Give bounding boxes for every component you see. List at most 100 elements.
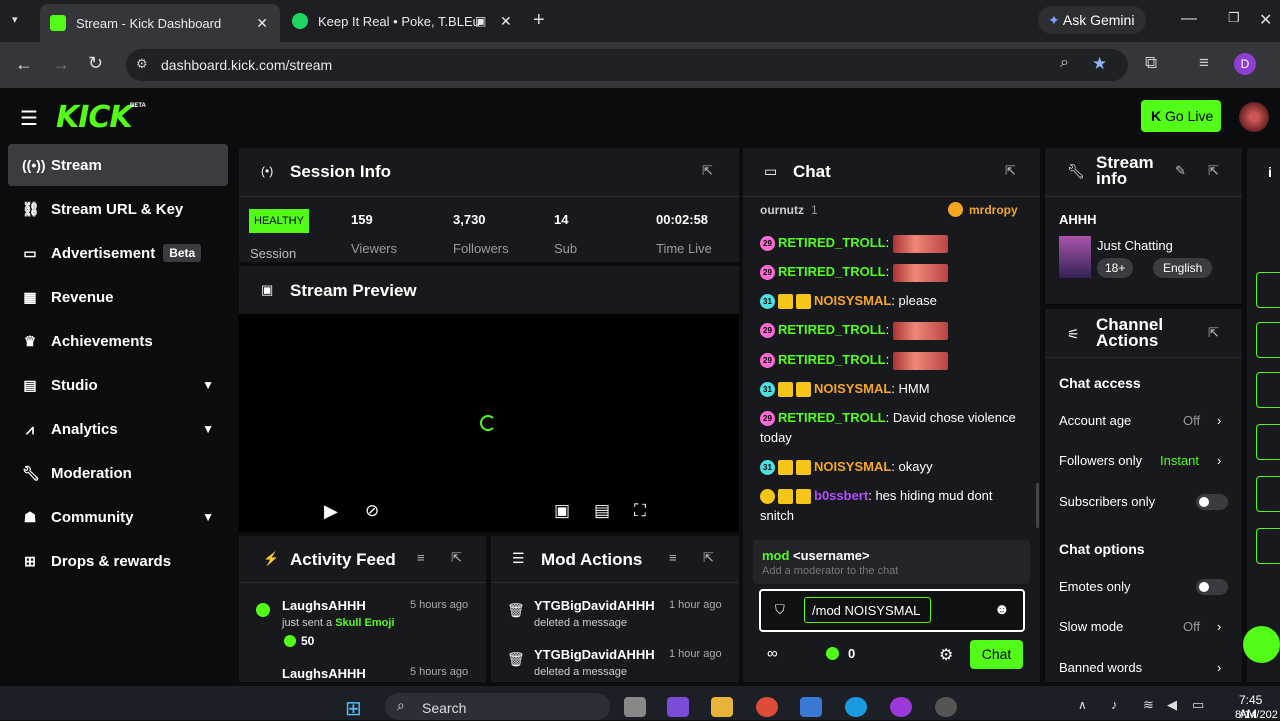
- rail-widget-button[interactable]: [1256, 372, 1280, 408]
- task-view-icon[interactable]: [624, 697, 646, 717]
- filter-icon[interactable]: ≡: [669, 550, 677, 565]
- new-tab-icon[interactable]: +: [533, 9, 545, 32]
- followers-only-value[interactable]: Instant: [1160, 453, 1199, 468]
- fullscreen-icon[interactable]: ⛶: [634, 501, 646, 521]
- account-age-value[interactable]: Off: [1183, 413, 1200, 428]
- minimize-icon[interactable]: —: [1181, 10, 1197, 28]
- sidebar-item-analytics[interactable]: ⩘ Analytics ▼: [8, 408, 228, 450]
- rail-widget-button[interactable]: [1256, 528, 1280, 564]
- tab-spotify[interactable]: Keep It Real • Poke, T.BLEu ▣ ✕: [290, 6, 522, 36]
- category-name[interactable]: Just Chatting: [1097, 238, 1173, 253]
- chrome-profile-icon[interactable]: [890, 697, 912, 717]
- tab-search-chevron-icon[interactable]: ▾: [12, 13, 18, 26]
- chevron-right-icon[interactable]: ›: [1217, 453, 1221, 468]
- mod-user[interactable]: YTGBigDavidAHHH: [534, 647, 655, 662]
- emoji-icon[interactable]: ☻: [994, 601, 1010, 618]
- chat-username[interactable]: NOISYSMAL: [814, 459, 891, 474]
- chat-input-box[interactable]: ⛉ /mod NOISYSMAL ☻: [759, 589, 1025, 632]
- shield-icon[interactable]: ⛉: [775, 602, 785, 618]
- followers-only-label[interactable]: Followers only: [1059, 453, 1142, 468]
- tab-kick-dashboard[interactable]: Stream - Kick Dashboard ✕: [40, 4, 280, 42]
- sidebar-item-drops[interactable]: ⊞ Drops & rewards: [8, 540, 228, 582]
- chevron-down-icon[interactable]: ▼: [202, 510, 214, 524]
- mic-icon[interactable]: ♪: [1111, 697, 1118, 712]
- close-tab-icon[interactable]: ✕: [256, 15, 268, 32]
- user-avatar[interactable]: [1239, 102, 1269, 132]
- edit-icon[interactable]: ✎: [1175, 163, 1186, 179]
- chat-username[interactable]: RETIRED_TROLL: [778, 352, 886, 367]
- account-age-label[interactable]: Account age: [1059, 413, 1131, 428]
- hamburger-menu-icon[interactable]: ☰: [20, 106, 38, 131]
- send-chat-button[interactable]: Chat: [970, 640, 1023, 669]
- popout-icon[interactable]: ⇱: [451, 550, 462, 566]
- slow-mode-label[interactable]: Slow mode: [1059, 619, 1123, 634]
- banned-words-label[interactable]: Banned words: [1059, 660, 1142, 675]
- chat-username[interactable]: RETIRED_TROLL: [778, 235, 886, 250]
- chevron-down-icon[interactable]: ▼: [202, 378, 214, 392]
- popout-icon[interactable]: ⇱: [1208, 325, 1219, 341]
- clock-date[interactable]: 8/14/202: [1235, 709, 1280, 721]
- popout-icon[interactable]: ⇱: [1005, 163, 1016, 179]
- close-tab-icon[interactable]: ✕: [500, 13, 512, 30]
- app-icon[interactable]: [935, 697, 957, 717]
- chat-username[interactable]: RETIRED_TROLL: [778, 322, 886, 337]
- kick-logo[interactable]: KICK: [56, 100, 133, 135]
- sidebar-item-achievements[interactable]: ♛ Achievements: [8, 320, 228, 362]
- rail-widget-button[interactable]: [1256, 272, 1280, 308]
- popout-icon[interactable]: ⇱: [703, 550, 714, 566]
- store-icon[interactable]: [800, 697, 822, 717]
- info-icon[interactable]: i: [1268, 164, 1272, 180]
- chat-username[interactable]: b0ssbert: [814, 488, 868, 503]
- popout-icon[interactable]: ⇱: [1208, 163, 1219, 179]
- rail-widget-button[interactable]: [1256, 424, 1280, 460]
- close-window-icon[interactable]: ✕: [1259, 10, 1272, 30]
- filter-icon[interactable]: ≡: [417, 550, 425, 565]
- sidebar-item-revenue[interactable]: ▦ Revenue: [8, 276, 228, 318]
- chevron-down-icon[interactable]: ▼: [202, 422, 214, 436]
- chevron-right-icon[interactable]: ›: [1217, 660, 1221, 675]
- sidebar-item-stream-url-key[interactable]: ⛓ Stream URL & Key: [8, 188, 228, 230]
- address-bar[interactable]: ⚙ dashboard.kick.com/stream ⌕ ★: [126, 49, 1128, 81]
- rail-widget-button[interactable]: [1256, 476, 1280, 512]
- chat-input[interactable]: /mod NOISYSMAL: [804, 597, 931, 623]
- help-chat-icon[interactable]: [1243, 626, 1280, 663]
- chat-username[interactable]: RETIRED_TROLL: [778, 264, 886, 279]
- copilot-icon[interactable]: [667, 697, 689, 717]
- forward-icon[interactable]: →: [52, 54, 70, 75]
- tray-chevron-icon[interactable]: ∧: [1078, 698, 1087, 712]
- windows-start-icon[interactable]: ⊞: [345, 696, 362, 721]
- pinned-user[interactable]: ournutz: [760, 203, 804, 217]
- sidebar-item-advertisement[interactable]: ▭ Advertisement Beta: [8, 232, 228, 274]
- chat-username[interactable]: RETIRED_TROLL: [778, 410, 886, 425]
- sidebar-item-studio[interactable]: ▤ Studio ▼: [8, 364, 228, 406]
- chat-username[interactable]: NOISYSMAL: [814, 293, 891, 308]
- sidebar-item-stream[interactable]: ((•)) Stream: [8, 144, 228, 186]
- zoom-icon[interactable]: ⌕: [1060, 54, 1069, 72]
- file-explorer-icon[interactable]: [711, 697, 733, 717]
- pip-icon[interactable]: ▣: [554, 501, 570, 521]
- restore-icon[interactable]: ❐: [1228, 10, 1240, 26]
- battery-icon[interactable]: ▭: [1192, 697, 1204, 713]
- chat-scrollbar[interactable]: [1036, 483, 1039, 528]
- mute-icon[interactable]: ⊘: [365, 501, 379, 521]
- chevron-right-icon[interactable]: ›: [1217, 413, 1221, 428]
- edge-icon[interactable]: [845, 697, 867, 717]
- activity-user[interactable]: LaughsAHHH: [282, 666, 366, 680]
- wifi-icon[interactable]: ≋: [1143, 697, 1154, 713]
- chevron-right-icon[interactable]: ›: [1217, 619, 1221, 634]
- activity-user[interactable]: LaughsAHHH: [282, 598, 366, 613]
- community-points-icon[interactable]: ∞: [767, 645, 778, 662]
- site-info-icon[interactable]: ⚙: [136, 56, 148, 72]
- chat-username[interactable]: NOISYSMAL: [814, 381, 891, 396]
- rail-widget-button[interactable]: [1256, 322, 1280, 358]
- taskbar-search[interactable]: ⌕ Search: [385, 693, 610, 720]
- gear-icon[interactable]: ⚙: [939, 645, 953, 665]
- subscribers-only-toggle[interactable]: [1196, 494, 1228, 510]
- ask-gemini-button[interactable]: ✦ Ask Gemini: [1038, 6, 1146, 34]
- profile-avatar[interactable]: D: [1234, 53, 1256, 75]
- bookmark-star-icon[interactable]: ★: [1092, 54, 1107, 74]
- go-live-button[interactable]: K Go Live: [1141, 100, 1221, 132]
- mod-user[interactable]: YTGBigDavidAHHH: [534, 598, 655, 613]
- volume-icon[interactable]: ◀: [1167, 697, 1177, 713]
- media-control-icon[interactable]: ≡: [1199, 53, 1209, 73]
